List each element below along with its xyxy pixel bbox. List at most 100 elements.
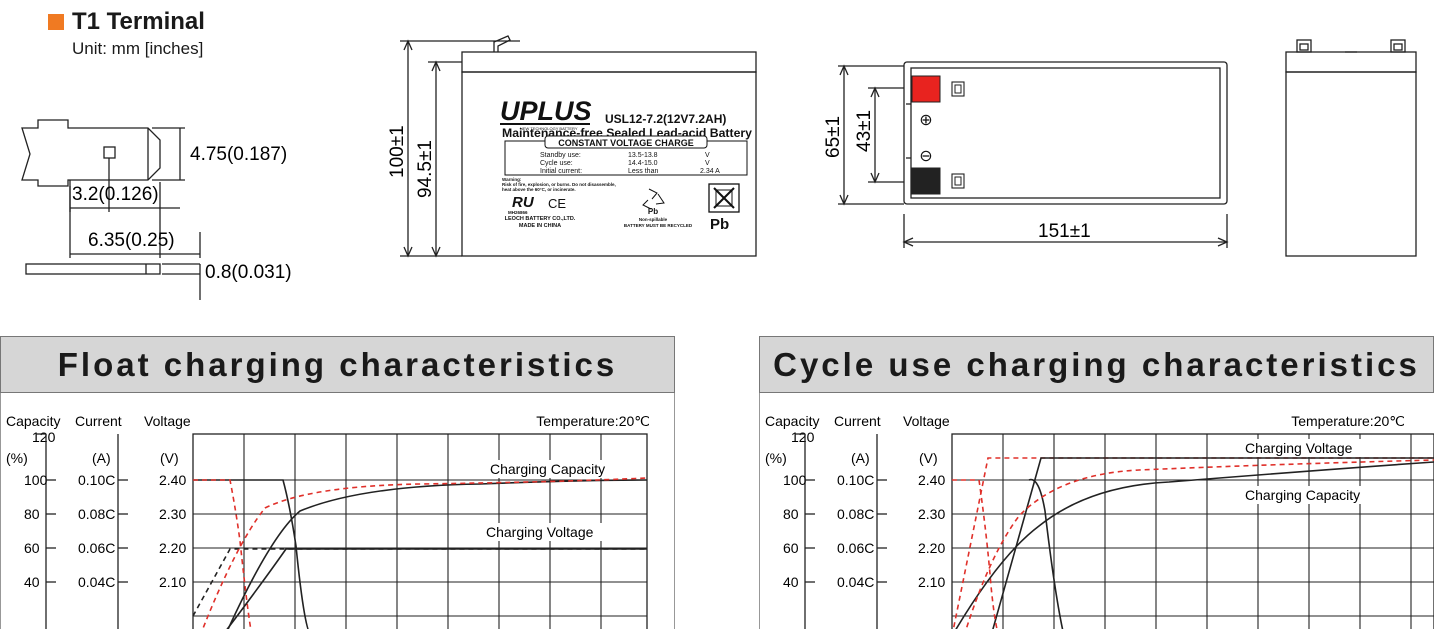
- battery-lid: [461, 51, 757, 73]
- capacity-unit: (%): [765, 450, 787, 466]
- front-terminal-tab: [493, 35, 511, 52]
- float-chart-svg: Capacity Current Voltage Temperature:20℃…: [0, 393, 675, 629]
- current-tick-label: 0.06C: [837, 540, 874, 556]
- capacity-tick-label: 80: [783, 506, 799, 522]
- battery-label: UPLUS NEW TECHNOLOGY BATTERY USL12-7.2(1…: [500, 96, 753, 233]
- capacity-tick-label: 40: [24, 574, 40, 590]
- capacity-tick-label: 60: [24, 540, 40, 556]
- current-tick-label: 0.08C: [78, 506, 115, 522]
- curve-charging-voltage: [226, 548, 647, 629]
- non-spillable-label: Non-spillable: [639, 217, 668, 222]
- plot-frame: [951, 433, 1434, 629]
- terminal-detail-drawing: [21, 119, 201, 300]
- annotation-capacity: Charging Capacity: [490, 461, 605, 477]
- brand-logo: UPLUS: [500, 96, 592, 126]
- pb-badge: Pb: [710, 216, 729, 233]
- header-capacity: Capacity: [6, 413, 60, 429]
- crossed-bin-icon: [708, 183, 740, 213]
- capacity-top-tick: 120: [791, 429, 815, 445]
- current-tick-label: 0.10C: [837, 472, 874, 488]
- ul-mark-icon: RU: [512, 194, 535, 211]
- header-voltage: Voltage: [144, 413, 191, 429]
- positive-terminal: [911, 75, 941, 103]
- curve-charging-capacity-dashed: [965, 459, 1434, 629]
- capacity-top-tick: 120: [32, 429, 56, 445]
- terminal-outline: [21, 119, 161, 187]
- voltage-unit: (V): [919, 450, 938, 466]
- voltage-tick-label: 2.40: [918, 472, 945, 488]
- warning-line-2: heat above the 60°C, or incinerate.: [502, 187, 576, 192]
- voltage-tick-label: 2.30: [159, 506, 186, 522]
- recycle-icon: [642, 188, 665, 210]
- cvc-row-1-label: Standby use:: [540, 152, 581, 159]
- capacity-tick-label: 100: [24, 472, 48, 488]
- cvc-row-3-value: Less than: [628, 168, 658, 175]
- negative-terminal: [911, 167, 941, 195]
- capacity-tick-label: 80: [24, 506, 40, 522]
- current-tick-label: 0.06C: [78, 540, 115, 556]
- dim-total-height: 100±1: [387, 125, 408, 178]
- dim-case-width: 65±1: [823, 116, 844, 158]
- cvc-row-3-label: Initial current:: [540, 168, 582, 175]
- maker-line-1: LEOCH BATTERY CO.,LTD.: [505, 216, 576, 222]
- annotation-voltage: Charging Voltage: [486, 524, 594, 540]
- positive-symbol-icon: ⊕: [919, 112, 932, 129]
- curve-charging-current-dashed: [952, 479, 998, 629]
- header-voltage: Voltage: [903, 413, 950, 429]
- capacity-unit: (%): [6, 450, 28, 466]
- cvc-row-2-value: 14.4-15.0: [628, 160, 658, 167]
- annotation-capacity: Charging Capacity: [1245, 487, 1360, 503]
- side-view-drawing: [1285, 39, 1417, 257]
- terminal-dim-width: 4.75(0.187): [190, 144, 287, 165]
- ul-number: MH26866: [508, 210, 528, 215]
- header-current: Current: [75, 413, 122, 429]
- curve-charging-voltage-dashed: [952, 457, 1434, 629]
- recycle-notice: BATTERY MUST BE RECYCLED: [624, 223, 693, 228]
- terminal-dim-hole: 3.2(0.126): [72, 184, 159, 205]
- voltage-tick-label: 2.10: [918, 574, 945, 590]
- cvc-row-2-unit: V: [705, 160, 710, 167]
- model-name: USL12-7.2(12V7.2AH): [605, 112, 726, 126]
- float-chart-panel: Float charging characteristics Capacity …: [0, 336, 675, 629]
- voltage-tick-label: 2.30: [918, 506, 945, 522]
- capacity-tick-label: 60: [783, 540, 799, 556]
- current-unit: (A): [851, 450, 870, 466]
- terminal-hole: [103, 146, 116, 159]
- current-tick-label: 0.08C: [837, 506, 874, 522]
- cvc-row-2-label: Cycle use:: [540, 160, 573, 167]
- voltage-tick-label: 2.10: [159, 574, 186, 590]
- recycle-pb-label: Pb: [648, 207, 658, 216]
- annotation-voltage: Charging Voltage: [1245, 440, 1353, 456]
- terminal-dim-thickness: 0.8(0.031): [205, 262, 292, 283]
- dim-terminal-gap: 43±1: [854, 110, 875, 152]
- voltage-tick-label: 2.20: [159, 540, 186, 556]
- cvc-row-1-unit: V: [705, 152, 710, 159]
- cvc-row-1-value: 13.5-13.8: [628, 152, 658, 159]
- dim-body-height: 94.5±1: [415, 140, 436, 198]
- top-view-drawing: [838, 61, 1229, 248]
- temperature-label: Temperature:20℃: [1291, 413, 1405, 429]
- cycle-chart-panel: Cycle use charging characteristics Capac…: [759, 336, 1434, 629]
- cvc-title: CONSTANT VOLTAGE CHARGE: [558, 138, 694, 148]
- current-tick-label: 0.04C: [78, 574, 115, 590]
- temperature-label: Temperature:20℃: [536, 413, 650, 429]
- current-tick-label: 0.04C: [837, 574, 874, 590]
- dim-case-length: 151±1: [1038, 221, 1091, 242]
- top-case-inner: [910, 67, 1221, 199]
- terminal-dim-length: 6.35(0.25): [88, 230, 175, 251]
- voltage-tick-label: 2.20: [918, 540, 945, 556]
- terminal-side-plate: [25, 263, 161, 275]
- voltage-unit: (V): [160, 450, 179, 466]
- current-unit: (A): [92, 450, 111, 466]
- cvc-row-3-unit: 2.34 A: [700, 168, 720, 175]
- ce-mark-icon: CE: [548, 196, 566, 211]
- voltage-tick-label: 2.40: [159, 472, 186, 488]
- battery-dimension-drawings: 4.75(0.187) 3.2(0.126) 6.35(0.25) 0.8(0.…: [21, 35, 1417, 300]
- capacity-tick-label: 100: [783, 472, 807, 488]
- negative-symbol-icon: ⊖: [919, 148, 932, 165]
- curve-charging-current: [193, 479, 309, 629]
- cycle-chart-svg: Capacity Current Voltage Temperature:20℃…: [759, 393, 1434, 629]
- current-tick-label: 0.10C: [78, 472, 115, 488]
- header-current: Current: [834, 413, 881, 429]
- maker-line-2: MADE IN CHINA: [519, 223, 561, 229]
